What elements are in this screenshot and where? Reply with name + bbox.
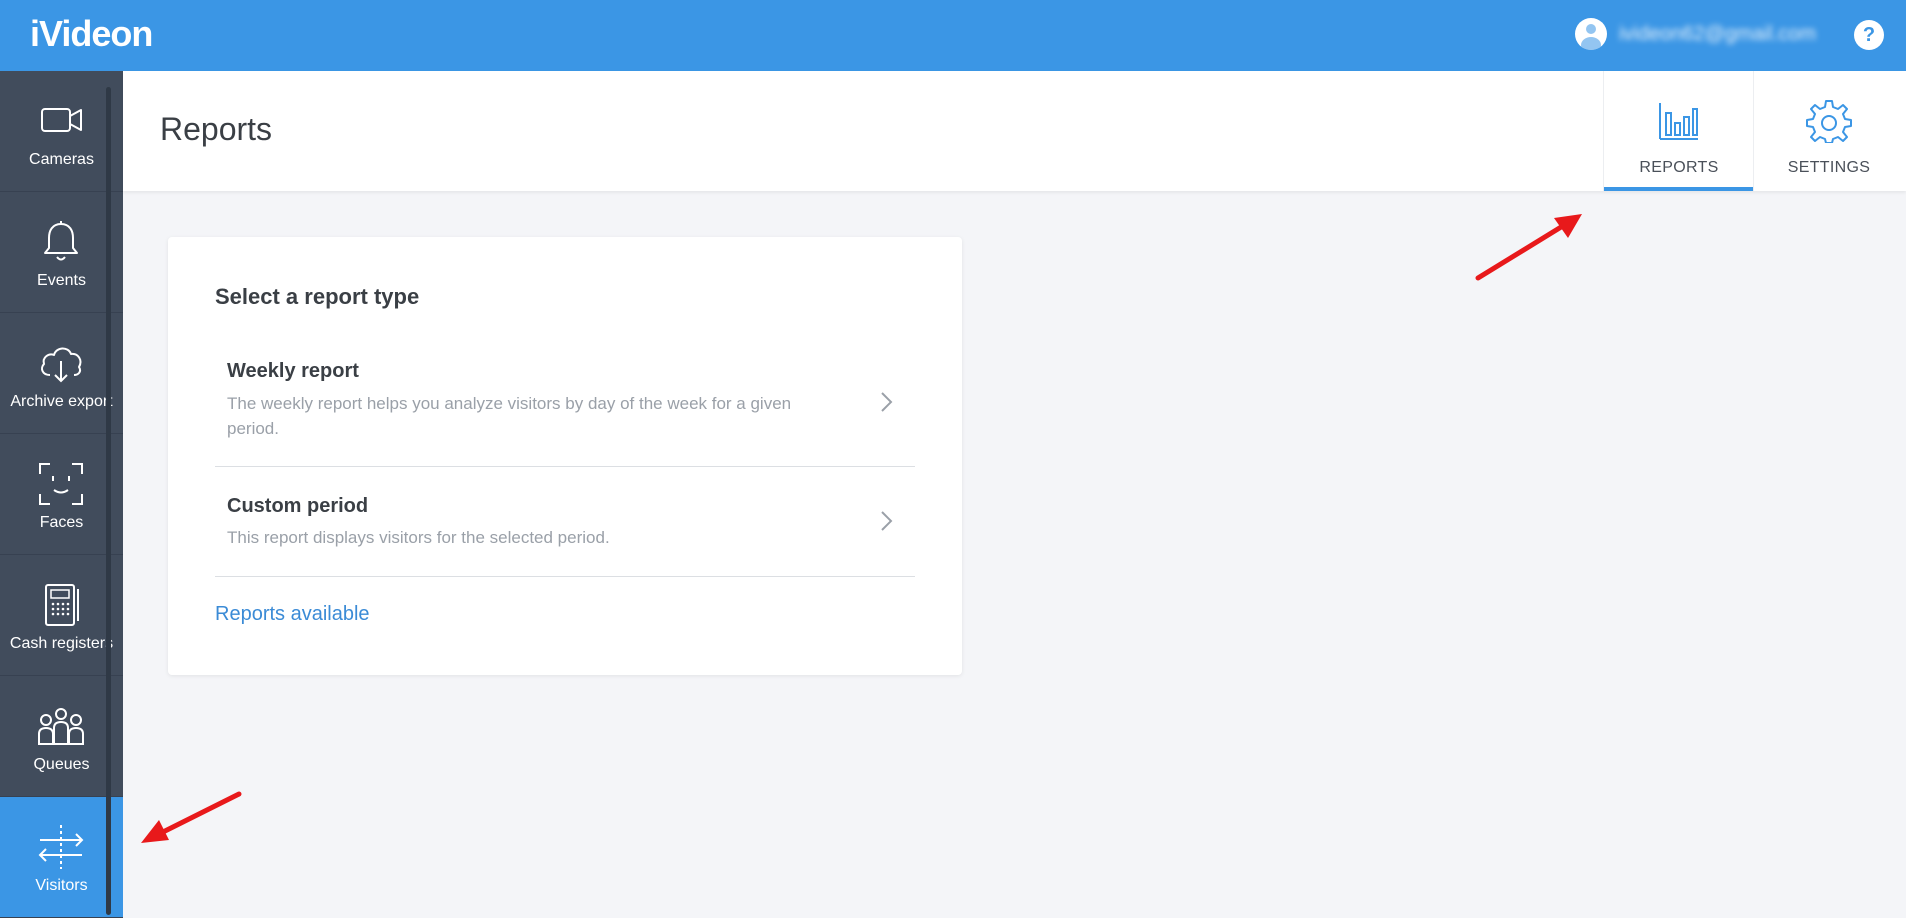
report-option-custom-period[interactable]: Custom period This report displays visit… bbox=[215, 467, 915, 577]
camera-icon bbox=[41, 108, 82, 132]
tab-reports[interactable]: REPORTS bbox=[1603, 71, 1754, 191]
sidebar-item-label: Cameras bbox=[29, 151, 94, 168]
bell-icon bbox=[44, 221, 78, 261]
help-button[interactable]: ? bbox=[1854, 20, 1884, 50]
sidebar-item-label: Events bbox=[37, 272, 86, 289]
avatar[interactable] bbox=[1574, 18, 1607, 50]
reports-available-link[interactable]: Reports available bbox=[215, 603, 370, 626]
sidebar-item-archive-export[interactable]: Archive export bbox=[0, 313, 123, 434]
people-icon bbox=[38, 708, 84, 745]
sidebar-item-label: Queues bbox=[33, 756, 90, 773]
tab-settings[interactable]: SETTINGS bbox=[1753, 71, 1904, 191]
tab-label: SETTINGS bbox=[1787, 159, 1871, 176]
annotation-arrow-icon bbox=[141, 791, 242, 843]
sidebar-item-label: Archive export bbox=[10, 393, 113, 410]
report-option-description: This report displays visitors for the se… bbox=[227, 528, 610, 547]
sidebar-item-faces[interactable]: Faces bbox=[0, 434, 123, 555]
user-email[interactable]: ivideon62@gmail.com bbox=[1619, 23, 1816, 46]
chevron-right-icon bbox=[881, 392, 893, 412]
sidebar-item-label: Visitors bbox=[35, 877, 88, 894]
report-option-title: Weekly report bbox=[227, 360, 359, 382]
bar-chart-icon bbox=[1659, 103, 1698, 140]
tab-label: REPORTS bbox=[1639, 159, 1719, 176]
sidebar-item-label: Cash registers bbox=[9, 635, 114, 652]
app-logo[interactable]: iVideon bbox=[30, 13, 153, 55]
sidebar-item-cameras[interactable]: Cameras bbox=[0, 71, 123, 192]
visitors-flow-icon bbox=[38, 825, 84, 869]
sidebar-item-label: Faces bbox=[39, 514, 84, 531]
report-option-title: Custom period bbox=[227, 495, 369, 517]
sidebar: Cameras Events Archive export Faces Cash… bbox=[0, 71, 123, 918]
card-title: Select a report type bbox=[215, 284, 420, 309]
sidebar-item-events[interactable]: Events bbox=[0, 192, 123, 313]
sidebar-item-cash-registers[interactable]: Cash registers bbox=[0, 555, 123, 676]
chevron-right-icon bbox=[881, 511, 893, 531]
sidebar-item-visitors[interactable]: Visitors bbox=[0, 797, 123, 918]
sidebar-item-queues[interactable]: Queues bbox=[0, 676, 123, 797]
annotation-arrow-icon bbox=[1475, 214, 1582, 281]
top-bar: iVideon ivideon62@gmail.com ? bbox=[0, 0, 1906, 71]
face-scan-icon bbox=[39, 463, 83, 505]
gear-icon bbox=[1806, 100, 1852, 143]
sidebar-scrollbar[interactable] bbox=[106, 87, 111, 915]
cloud-download-icon bbox=[41, 347, 82, 383]
report-option-description: The weekly report helps you analyze visi… bbox=[227, 394, 792, 438]
report-option-weekly[interactable]: Weekly report The weekly report helps yo… bbox=[215, 339, 915, 467]
page-title: Reports bbox=[160, 111, 273, 147]
user-menu[interactable]: ivideon62@gmail.com bbox=[1574, 18, 1816, 50]
calculator-icon bbox=[45, 584, 79, 626]
report-type-card: Select a report type Weekly report The w… bbox=[168, 237, 962, 675]
page-header: Reports REPORTS SETTINGS bbox=[123, 71, 1906, 191]
